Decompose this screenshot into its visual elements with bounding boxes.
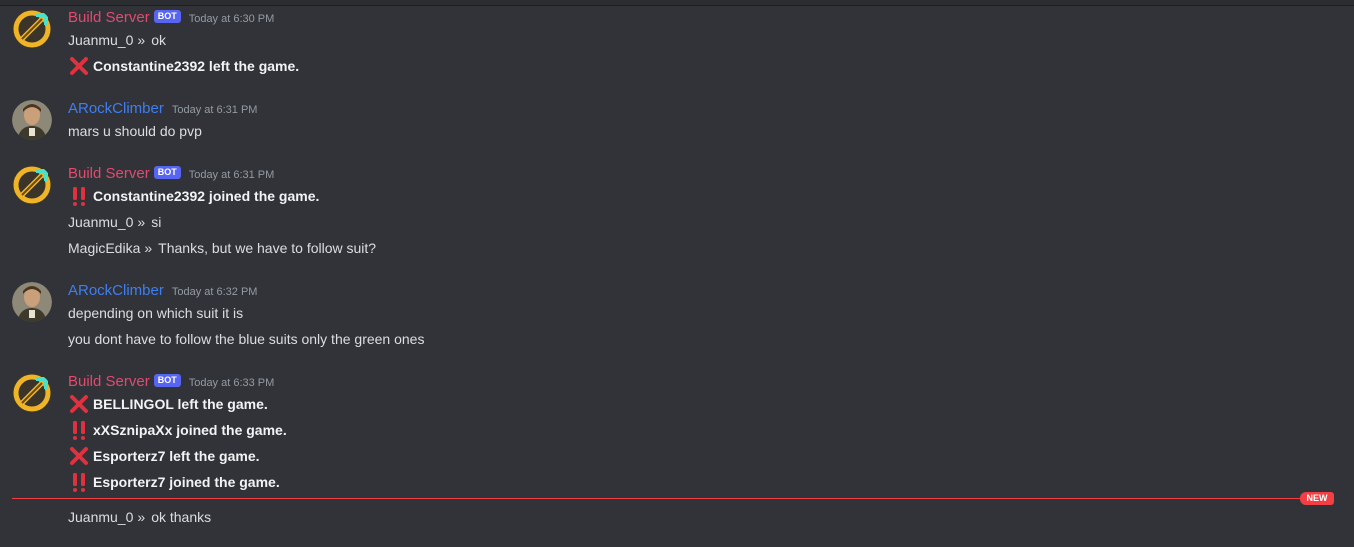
author-name[interactable]: ARockClimber	[68, 281, 164, 301]
cross-mark-icon	[68, 55, 90, 77]
message-header: Build Server BOT Today at 6:31 PM	[68, 164, 274, 184]
message-header: Build Server BOT Today at 6:30 PM	[68, 8, 274, 28]
event-text: xXSznipaXx joined the game.	[93, 422, 287, 438]
build-server-avatar[interactable]	[12, 9, 52, 49]
double-exclamation-icon	[68, 471, 90, 493]
chat-username: Juanmu_0	[68, 509, 134, 525]
chat-username: Juanmu_0	[68, 214, 134, 230]
event-text: BELLINGOL left the game.	[93, 396, 268, 412]
message-line: depending on which suit it is	[68, 302, 243, 324]
message-header: ARockClimber Today at 6:31 PM	[68, 99, 257, 119]
message-line: you dont have to follow the blue suits o…	[68, 328, 424, 350]
arockclimber-avatar[interactable]	[12, 282, 52, 322]
arockclimber-avatar[interactable]	[12, 100, 52, 140]
chat-text: si	[151, 214, 162, 230]
portrait-avatar	[12, 100, 52, 140]
chat-username: Juanmu_0	[68, 32, 134, 48]
diamond-pickaxe-icon	[12, 373, 52, 413]
chat-line: Juanmu_0 » si	[68, 211, 161, 233]
chat-separator: »	[137, 214, 146, 230]
event-line: Constantine2392 joined the game.	[68, 185, 319, 207]
event-text: Esporterz7 joined the game.	[93, 474, 280, 490]
diamond-pickaxe-icon	[12, 9, 52, 49]
event-line: Esporterz7 joined the game.	[68, 471, 280, 493]
new-messages-divider	[12, 498, 1334, 499]
message-header: ARockClimber Today at 6:32 PM	[68, 281, 257, 301]
author-name[interactable]: Build Server	[68, 164, 150, 184]
timestamp[interactable]: Today at 6:33 PM	[189, 373, 275, 393]
message-header: Build Server BOT Today at 6:33 PM	[68, 372, 274, 392]
bot-tag: BOT	[153, 165, 181, 179]
build-server-avatar[interactable]	[12, 165, 52, 205]
chat-separator: »	[144, 240, 153, 256]
message-line: mars u should do pvp	[68, 120, 202, 142]
chat-separator: »	[137, 509, 146, 525]
cross-mark-icon	[68, 393, 90, 415]
chat-text: Thanks, but we have to follow suit?	[158, 240, 377, 256]
chat-line: Juanmu_0 » ok thanks	[68, 506, 211, 528]
timestamp[interactable]: Today at 6:31 PM	[189, 165, 275, 185]
double-exclamation-icon	[68, 185, 90, 207]
author-name[interactable]: ARockClimber	[68, 99, 164, 119]
chat-separator: »	[137, 32, 146, 48]
event-line: Constantine2392 left the game.	[68, 55, 299, 77]
chat-line: Juanmu_0 » ok	[68, 29, 166, 51]
cross-mark-icon	[68, 445, 90, 467]
double-exclamation-icon	[68, 419, 90, 441]
message-text: depending on which suit it is	[68, 305, 244, 321]
message-text: mars u should do pvp	[68, 123, 202, 139]
build-server-avatar[interactable]	[12, 373, 52, 413]
portrait-avatar	[12, 282, 52, 322]
chat-log: Build Server BOT Today at 6:30 PM Juanmu…	[0, 0, 1354, 547]
event-text: Constantine2392 joined the game.	[93, 188, 320, 204]
event-text: Constantine2392 left the game.	[93, 58, 300, 74]
diamond-pickaxe-icon	[12, 165, 52, 205]
bot-tag: BOT	[153, 9, 181, 23]
event-line: BELLINGOL left the game.	[68, 393, 268, 415]
message-text: you dont have to follow the blue suits o…	[68, 331, 425, 347]
timestamp[interactable]: Today at 6:30 PM	[189, 9, 275, 29]
timestamp[interactable]: Today at 6:31 PM	[172, 100, 258, 120]
chat-username: MagicEdika	[68, 240, 141, 256]
new-messages-badge[interactable]: NEW	[1300, 492, 1334, 505]
author-name[interactable]: Build Server	[68, 372, 150, 392]
timestamp[interactable]: Today at 6:32 PM	[172, 282, 258, 302]
author-name[interactable]: Build Server	[68, 8, 150, 28]
chat-text: ok thanks	[151, 509, 212, 525]
event-line: Esporterz7 left the game.	[68, 445, 260, 467]
event-text: Esporterz7 left the game.	[93, 448, 260, 464]
event-line: xXSznipaXx joined the game.	[68, 419, 287, 441]
chat-line: MagicEdika » Thanks, but we have to foll…	[68, 237, 376, 259]
chat-text: ok	[151, 32, 166, 48]
bot-tag: BOT	[153, 373, 181, 387]
